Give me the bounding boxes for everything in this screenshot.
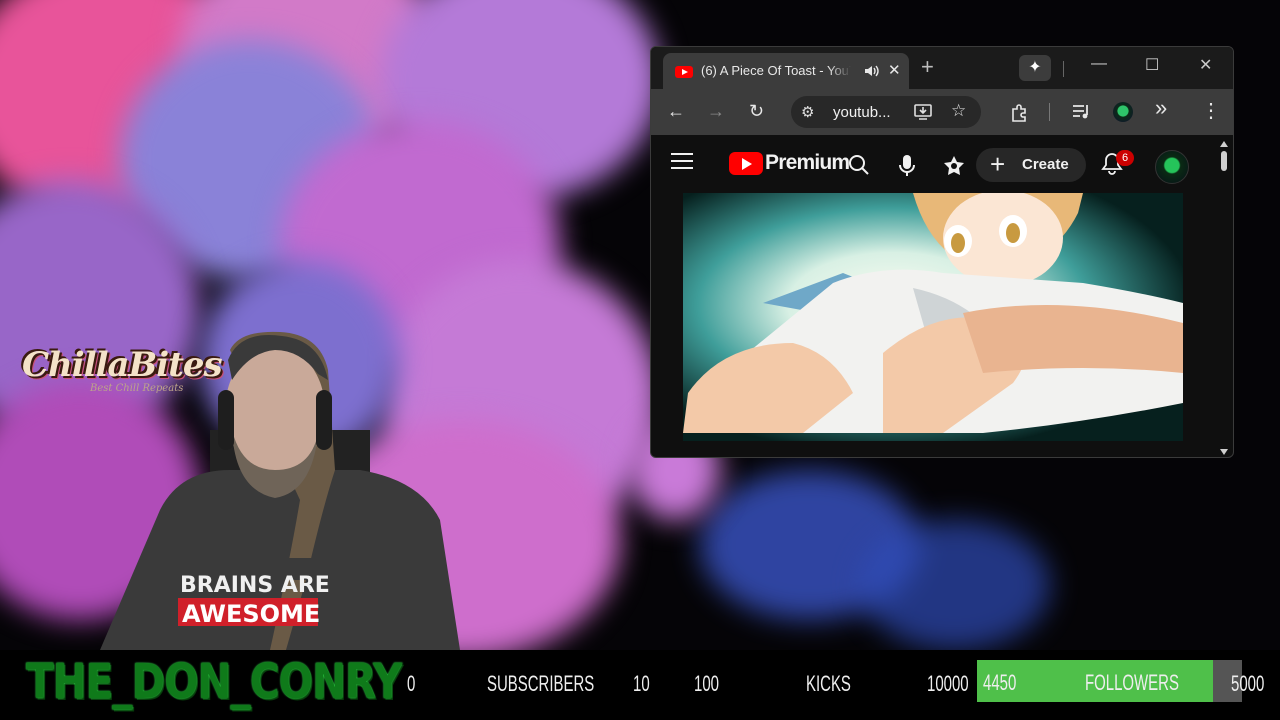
youtube-logo-icon[interactable] — [729, 152, 763, 175]
hamburger-menu-icon[interactable] — [671, 153, 693, 169]
search-icon[interactable] — [847, 153, 871, 177]
title-bar: (6) A Piece Of Toast - YouTube ✕ + ✦ — ☐… — [651, 47, 1233, 89]
create-label: Create — [1022, 156, 1069, 173]
kicks-label: KICKS — [806, 671, 851, 696]
tab-title: (6) A Piece Of Toast - YouTube — [701, 63, 851, 78]
plus-icon: + — [990, 149, 1006, 179]
logo-text: ChillaBites — [22, 345, 223, 385]
youtube-favicon-icon — [675, 66, 693, 78]
subscribers-current: 0 — [407, 671, 416, 696]
followers-label: FOLLOWERS — [1085, 670, 1179, 695]
followers-goal: 5000 — [1231, 671, 1265, 696]
chillabites-logo: ChillaBites Best Chill Repeats — [22, 345, 223, 395]
divider — [1049, 103, 1050, 121]
notification-count-badge: 6 — [1116, 150, 1134, 166]
scroll-thumb[interactable] — [1221, 151, 1227, 171]
svg-text:BRAINS ARE: BRAINS ARE — [180, 573, 330, 598]
browser-window: (6) A Piece Of Toast - YouTube ✕ + ✦ — ☐… — [650, 46, 1234, 458]
followers-progress-bar: 4450 FOLLOWERS — [977, 660, 1242, 702]
back-button[interactable]: ← — [667, 101, 685, 121]
mic-icon[interactable] — [897, 154, 917, 178]
forward-button[interactable]: → — [707, 101, 725, 121]
maximize-button[interactable]: ☐ — [1145, 55, 1159, 75]
subscribers-goal: 10 — [633, 671, 650, 696]
account-avatar[interactable] — [1155, 150, 1189, 184]
kicks-current: 100 — [694, 671, 719, 696]
url-text: youtub... — [833, 104, 891, 121]
kicks-goal: 10000 — [927, 671, 969, 696]
more-extensions-icon[interactable]: » — [1155, 97, 1167, 119]
create-button[interactable]: + Create — [976, 148, 1086, 182]
channel-name: THE_DON_CONRY — [26, 654, 402, 710]
video-player[interactable] — [683, 193, 1183, 441]
extensions-icon[interactable] — [1009, 101, 1031, 123]
install-app-icon[interactable] — [913, 102, 933, 122]
tune-icon[interactable]: ⚙ — [801, 103, 814, 121]
tab-close-icon[interactable]: ✕ — [888, 61, 901, 79]
scroll-up-arrow-icon[interactable] — [1220, 141, 1228, 147]
tab-youtube[interactable]: (6) A Piece Of Toast - YouTube ✕ — [663, 53, 909, 89]
browser-toolbar: ← → ↻ ⚙ youtub... ☆ » ⋮ — [651, 89, 1233, 135]
browser-menu-icon[interactable]: ⋮ — [1201, 101, 1221, 121]
scroll-down-arrow-icon[interactable] — [1220, 449, 1228, 455]
gemini-icon[interactable]: ✦ — [1019, 55, 1051, 81]
reload-button[interactable]: ↻ — [749, 101, 764, 121]
scrollbar[interactable] — [1219, 139, 1229, 457]
new-tab-button[interactable]: + — [921, 55, 934, 79]
subscribers-label: SUBSCRIBERS — [487, 671, 595, 696]
profile-extension-icon[interactable] — [1113, 102, 1133, 122]
audio-icon[interactable] — [863, 62, 881, 80]
address-bar[interactable]: ⚙ youtub... ☆ — [791, 96, 981, 128]
logo-subtext: Best Chill Repeats — [90, 383, 184, 394]
sparkle-icon[interactable] — [941, 154, 967, 178]
close-window-button[interactable]: ✕ — [1199, 55, 1212, 75]
youtube-premium-logo-text[interactable]: Premium — [765, 151, 850, 175]
divider — [1063, 61, 1064, 77]
media-control-icon[interactable] — [1071, 103, 1091, 121]
followers-current: 4450 — [983, 670, 1017, 695]
bookmark-star-icon[interactable]: ☆ — [951, 101, 966, 121]
minimize-button[interactable]: — — [1091, 55, 1107, 73]
youtube-header: Premium + Create 6 — [651, 135, 1233, 191]
svg-text:AWESOME: AWESOME — [182, 600, 320, 628]
